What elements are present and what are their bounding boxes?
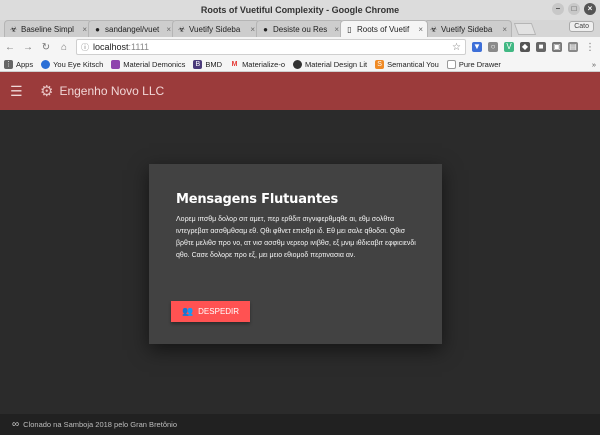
app-brand-title: Engenho Novo LLC [59, 84, 165, 98]
extension-icon[interactable]: ■ [536, 42, 546, 52]
biohazard-icon: ☣ [429, 24, 438, 34]
window-controls: – □ × [552, 3, 596, 15]
bookmark-label: Apps [16, 59, 34, 69]
url-host: localhost [93, 42, 129, 52]
extension-icon[interactable]: ▤ [568, 42, 578, 52]
browser-tab[interactable]: ● sandangel/vuet × [88, 20, 176, 37]
m-logo-icon: M [231, 60, 238, 68]
tab-title: sandangel/vuet [105, 24, 160, 34]
bookmark-label: Materialize-o [242, 59, 285, 69]
apps-grid-icon: ⋮ [4, 59, 13, 69]
drop-icon [41, 59, 51, 69]
tab-title: Baseline Simpl [21, 24, 74, 34]
app-footer: ∞ Clonado na Samboja 2018 pelo Gran Bret… [0, 414, 600, 435]
github-icon: ● [263, 24, 268, 34]
card-body-text: Λορεμ ιπσθμ δολορ σιτ αμετ, περ ερθδιτ σ… [176, 216, 416, 259]
back-arrow-icon[interactable]: ← [4, 42, 16, 53]
close-tab-icon[interactable]: × [166, 25, 171, 34]
bookmarks-bar: ⋮ Apps You Eye Kitsch Material Demonics … [0, 57, 600, 72]
new-tab-button[interactable] [513, 23, 537, 35]
bookmark-item[interactable]: Material Design Lit [293, 59, 368, 69]
bookmark-label: Pure Drawer [458, 59, 501, 69]
bookmark-label: BMD [205, 59, 223, 69]
tab-title: Roots of Vuetif [357, 24, 410, 34]
extension-vue-icon[interactable]: V [504, 42, 514, 52]
url-port: :1111 [128, 42, 150, 52]
card-title: Mensagens Flutuantes [176, 192, 339, 207]
b-badge-icon: B [193, 59, 203, 69]
profile-button[interactable]: Cato [569, 21, 594, 32]
minimize-button[interactable]: – [552, 3, 564, 15]
extension-icon[interactable]: ◆ [520, 42, 530, 52]
bookmark-label: Semantical You [387, 59, 439, 69]
main-content: Mensagens Flutuantes Λορεμ ιπσθμ δολορ σ… [0, 110, 600, 414]
bookmark-label: Material Design Lit [305, 59, 368, 69]
dismiss-button-label: DESPEDIR [198, 307, 240, 316]
bookmark-item[interactable]: Material Demonics [111, 59, 186, 69]
info-icon[interactable]: ⓘ [81, 42, 89, 53]
bookmark-item[interactable]: S Semantical You [375, 59, 439, 69]
bookmark-star-icon[interactable]: ☆ [452, 42, 461, 53]
window-title: Roots of Vuetiful Complexity - Google Ch… [200, 5, 400, 15]
browser-toolbar: ← → ↻ ⌂ ⓘ localhost:1111 ☆ ▼ ○ V ◆ ■ ▣ ▤… [0, 37, 600, 57]
maximize-button[interactable]: □ [568, 3, 580, 15]
close-tab-icon[interactable]: × [502, 25, 507, 34]
browser-tab[interactable]: ☣ Vuetify Sideba × [424, 20, 512, 37]
home-icon[interactable]: ⌂ [58, 42, 70, 53]
infinity-icon: ∞ [12, 419, 20, 430]
hamburger-menu-icon[interactable]: ☰ [10, 83, 24, 100]
app-toolbar: ☰ ⚙ Engenho Novo LLC [0, 72, 600, 110]
forward-arrow-icon[interactable]: → [22, 42, 34, 53]
gears-logo-icon: ⚙ [40, 83, 54, 100]
close-tab-icon[interactable]: × [334, 25, 339, 34]
close-window-button[interactable]: × [584, 3, 596, 15]
extension-icon[interactable]: ▣ [552, 42, 562, 52]
dismiss-button[interactable]: 👥 DESPEDIR [171, 301, 250, 322]
extension-icon[interactable]: ○ [488, 42, 498, 52]
bookmark-label: You Eye Kitsch [53, 59, 104, 69]
tab-title: Vuetify Sideba [441, 24, 493, 34]
tab-title: Vuetify Sideba [189, 24, 241, 34]
bookmark-label: Material Demonics [123, 59, 186, 69]
bookmark-apps[interactable]: ⋮ Apps [4, 59, 34, 69]
tab-strip: ☣ Baseline Simpl × ● sandangel/vuet × ☣ … [0, 20, 600, 37]
person-add-icon: 👥 [181, 306, 194, 316]
bookmark-item[interactable]: Pure Drawer [446, 59, 501, 69]
window-titlebar: Roots of Vuetiful Complexity - Google Ch… [0, 0, 600, 20]
github-icon [293, 59, 302, 69]
extension-vue-devtools-icon[interactable]: ▼ [472, 42, 482, 52]
s-badge-icon: S [375, 59, 385, 69]
menu-kebab-icon[interactable]: ⋮ [584, 42, 596, 53]
page-icon: ▯ [347, 24, 352, 34]
browser-tab[interactable]: ☣ Baseline Simpl × [4, 20, 92, 37]
browser-tab-active[interactable]: ▯ Roots of Vuetif × [340, 20, 428, 37]
footer-text: Clonado na Samboja 2018 pelo Gran Bretôn… [23, 420, 177, 429]
bookmark-item[interactable]: B BMD [193, 59, 223, 69]
reload-icon[interactable]: ↻ [40, 42, 52, 53]
close-tab-icon[interactable]: × [418, 25, 423, 34]
floating-messages-card: Mensagens Flutuantes Λορεμ ιπσθμ δολορ σ… [149, 164, 442, 344]
address-bar[interactable]: ⓘ localhost:1111 ☆ [76, 39, 466, 55]
biohazard-icon: ☣ [9, 24, 18, 34]
square-icon [111, 59, 121, 69]
browser-tab[interactable]: ☣ Vuetify Sideba × [172, 20, 260, 37]
bookmark-item[interactable]: M Materialize-o [230, 60, 285, 69]
close-tab-icon[interactable]: × [82, 25, 87, 34]
bookmark-item[interactable]: You Eye Kitsch [41, 59, 104, 69]
browser-tab[interactable]: ● Desiste ou Res × [256, 20, 344, 37]
biohazard-icon: ☣ [177, 24, 186, 34]
close-tab-icon[interactable]: × [250, 25, 255, 34]
page-icon [446, 59, 456, 69]
github-icon: ● [95, 24, 100, 34]
tab-title: Desiste ou Res [273, 24, 328, 34]
bookmarks-overflow-icon[interactable]: » [592, 60, 596, 69]
